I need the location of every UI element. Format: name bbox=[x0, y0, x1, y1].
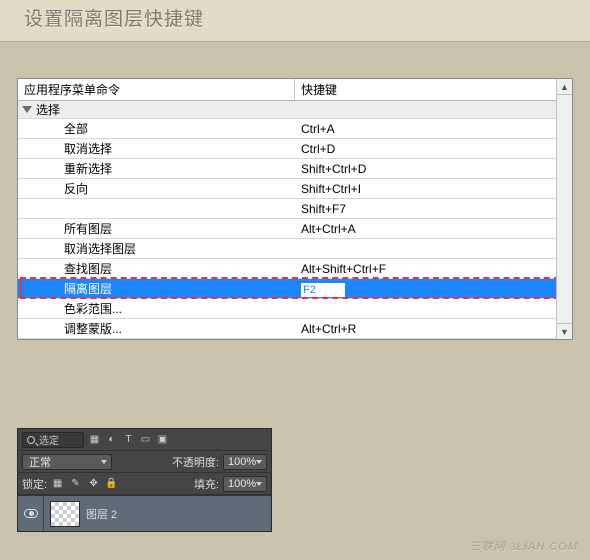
lock-icons-group: ▦ ✎ ✥ 🔒 bbox=[51, 477, 118, 490]
scroll-up-arrow-icon[interactable]: ▲ bbox=[557, 79, 572, 95]
filter-smart-icon[interactable]: ▣ bbox=[156, 433, 169, 446]
row-command-cell: 取消选择图层 bbox=[18, 239, 295, 258]
row-command-cell: 隔离图层 bbox=[18, 279, 295, 298]
visibility-toggle[interactable] bbox=[18, 496, 44, 531]
table-row[interactable]: 查找图层Alt+Shift+Ctrl+F bbox=[18, 259, 572, 279]
shortcut-edit-input[interactable]: F2 bbox=[301, 283, 345, 297]
lock-transparency-icon[interactable]: ▦ bbox=[51, 477, 64, 490]
section-label: 选择 bbox=[36, 101, 60, 118]
opacity-value: 100% bbox=[228, 456, 256, 468]
row-shortcut-cell: Alt+Ctrl+R bbox=[295, 319, 572, 338]
filter-pixel-icon[interactable]: ▦ bbox=[88, 433, 101, 446]
table-row[interactable]: 取消选择图层 bbox=[18, 239, 572, 259]
fill-label: 填充: bbox=[194, 476, 219, 492]
col-header-shortcut[interactable]: 快捷键 bbox=[295, 79, 572, 100]
filter-label: 选定 bbox=[39, 432, 59, 447]
table-row[interactable]: 调整蒙版...Alt+Ctrl+R bbox=[18, 319, 572, 339]
row-shortcut-cell bbox=[295, 299, 572, 318]
row-command-cell: 重新选择 bbox=[18, 159, 295, 178]
layer-thumbnail[interactable] bbox=[50, 501, 80, 527]
section-row-select[interactable]: 选择 bbox=[18, 101, 572, 119]
opacity-label: 不透明度: bbox=[172, 454, 219, 470]
layers-lock-row: 锁定: ▦ ✎ ✥ 🔒 填充: 100% bbox=[18, 473, 271, 495]
vertical-scrollbar[interactable]: ▲ ▼ bbox=[556, 79, 572, 339]
table-row[interactable]: 色彩范围... bbox=[18, 299, 572, 319]
disclosure-triangle-icon[interactable] bbox=[22, 106, 32, 113]
layer-name-label[interactable]: 图层 2 bbox=[86, 506, 117, 522]
row-shortcut-cell: Ctrl+D bbox=[295, 139, 572, 158]
lock-pixels-icon[interactable]: ✎ bbox=[69, 477, 82, 490]
opacity-input[interactable]: 100% bbox=[223, 454, 267, 470]
row-shortcut-cell: Ctrl+A bbox=[295, 119, 572, 138]
row-command-cell: 所有图层 bbox=[18, 219, 295, 238]
page-title: 设置隔离图层快捷键 bbox=[0, 0, 590, 42]
table-row[interactable]: Shift+F7 bbox=[18, 199, 572, 219]
table-body: 选择 全部Ctrl+A取消选择Ctrl+D重新选择Shift+Ctrl+D反向S… bbox=[18, 101, 572, 339]
layer-row[interactable]: 图层 2 bbox=[18, 495, 271, 531]
row-command-cell bbox=[18, 199, 295, 218]
eye-icon bbox=[24, 509, 38, 518]
lock-label: 锁定: bbox=[22, 476, 47, 492]
row-shortcut-cell: Alt+Ctrl+A bbox=[295, 219, 572, 238]
row-shortcut-cell bbox=[295, 239, 572, 258]
shortcut-dialog: 应用程序菜单命令 快捷键 选择 全部Ctrl+A取消选择Ctrl+D重新选择Sh… bbox=[17, 78, 573, 340]
row-shortcut-cell: Shift+Ctrl+I bbox=[295, 179, 572, 198]
search-icon bbox=[27, 436, 35, 444]
col-header-command[interactable]: 应用程序菜单命令 bbox=[18, 79, 295, 100]
layers-filter-row: 选定 ▦ ◐ T ▭ ▣ bbox=[18, 429, 271, 451]
row-command-cell: 色彩范围... bbox=[18, 299, 295, 318]
fill-input[interactable]: 100% bbox=[223, 476, 267, 492]
layers-panel: 选定 ▦ ◐ T ▭ ▣ 正常 不透明度: 100% 锁定: ▦ ✎ ✥ 🔒 填… bbox=[17, 428, 272, 532]
row-command-cell: 查找图层 bbox=[18, 259, 295, 278]
row-command-cell: 反向 bbox=[18, 179, 295, 198]
filter-type-icon[interactable]: T bbox=[122, 433, 135, 446]
row-shortcut-cell: Shift+F7 bbox=[295, 199, 572, 218]
row-command-cell: 取消选择 bbox=[18, 139, 295, 158]
layer-filter-select[interactable]: 选定 bbox=[22, 432, 84, 448]
layers-blend-row: 正常 不透明度: 100% bbox=[18, 451, 271, 473]
table-row[interactable]: 全部Ctrl+A bbox=[18, 119, 572, 139]
table-row[interactable]: 隔离图层 F2 bbox=[18, 279, 572, 299]
table-row[interactable]: 重新选择Shift+Ctrl+D bbox=[18, 159, 572, 179]
filter-shape-icon[interactable]: ▭ bbox=[139, 433, 152, 446]
scroll-down-arrow-icon[interactable]: ▼ bbox=[557, 323, 572, 339]
blend-mode-select[interactable]: 正常 bbox=[22, 454, 112, 470]
table-row[interactable]: 所有图层Alt+Ctrl+A bbox=[18, 219, 572, 239]
row-shortcut-cell: F2 bbox=[295, 279, 572, 298]
table-row[interactable]: 取消选择Ctrl+D bbox=[18, 139, 572, 159]
row-command-cell: 调整蒙版... bbox=[18, 319, 295, 338]
watermark-text: 三联网 3LIAN.COM bbox=[470, 538, 578, 554]
row-command-cell: 全部 bbox=[18, 119, 295, 138]
row-shortcut-cell: Alt+Shift+Ctrl+F bbox=[295, 259, 572, 278]
lock-position-icon[interactable]: ✥ bbox=[87, 477, 100, 490]
table-header: 应用程序菜单命令 快捷键 bbox=[18, 79, 572, 101]
blend-mode-value: 正常 bbox=[29, 454, 51, 470]
fill-value: 100% bbox=[228, 478, 256, 490]
row-shortcut-cell: Shift+Ctrl+D bbox=[295, 159, 572, 178]
lock-all-icon[interactable]: 🔒 bbox=[105, 477, 118, 490]
table-row[interactable]: 反向Shift+Ctrl+I bbox=[18, 179, 572, 199]
filter-adjust-icon[interactable]: ◐ bbox=[105, 433, 118, 446]
